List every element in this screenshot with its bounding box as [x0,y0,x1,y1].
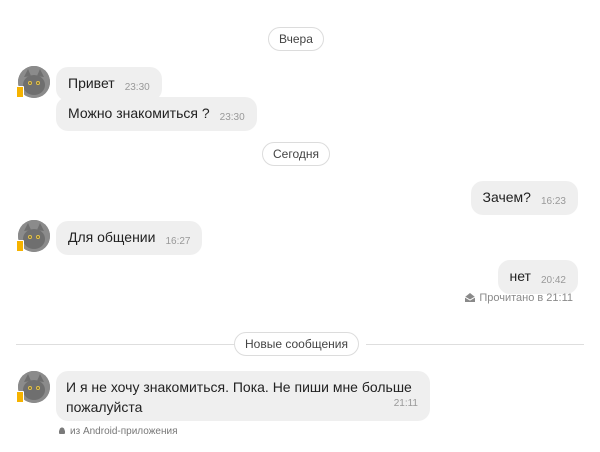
new-messages-label: Новые сообщения [234,332,359,356]
message-text: Привет [68,75,115,91]
message-time: 23:30 [219,112,245,123]
message-text: И я не хочу знакомиться. Пока. Не пиши м… [66,379,412,415]
source-note: из Android-приложения [58,426,177,437]
message-text: нет [509,268,531,284]
message-time: 16:27 [165,236,191,247]
message-bubble-incoming[interactable]: И я не хочу знакомиться. Пока. Не пиши м… [56,371,430,421]
message-time: 20:42 [540,275,566,286]
date-separator-yesterday: Вчера [268,27,324,51]
date-separator-today: Сегодня [262,142,330,166]
message-text: Зачем? [482,189,531,205]
message-time: 23:30 [124,82,150,93]
source-note-text: из Android-приложения [70,426,178,437]
read-status-text: Прочитано в 21:11 [479,292,573,304]
new-messages-divider-right [366,344,584,345]
message-bubble-incoming[interactable]: Привет 23:30 [56,67,162,101]
message-time: 16:23 [540,196,566,207]
mobile-badge-icon [16,391,24,403]
mobile-badge-icon [16,86,24,98]
message-bubble-outgoing[interactable]: нет 20:42 [497,260,578,294]
message-time: 21:11 [393,398,418,409]
new-messages-divider-left [16,344,234,345]
android-icon [59,427,65,434]
message-bubble-incoming[interactable]: Для общении 16:27 [56,221,203,255]
message-text: Для общении [68,229,156,245]
message-bubble-incoming[interactable]: Можно знакомиться ? 23:30 [56,97,257,131]
mobile-badge-icon [16,240,24,252]
read-status: Прочитано в 21:11 [465,292,573,304]
message-text: Можно знакомиться ? [68,105,210,121]
message-bubble-outgoing[interactable]: Зачем? 16:23 [470,181,578,215]
envelope-open-icon [465,293,476,302]
